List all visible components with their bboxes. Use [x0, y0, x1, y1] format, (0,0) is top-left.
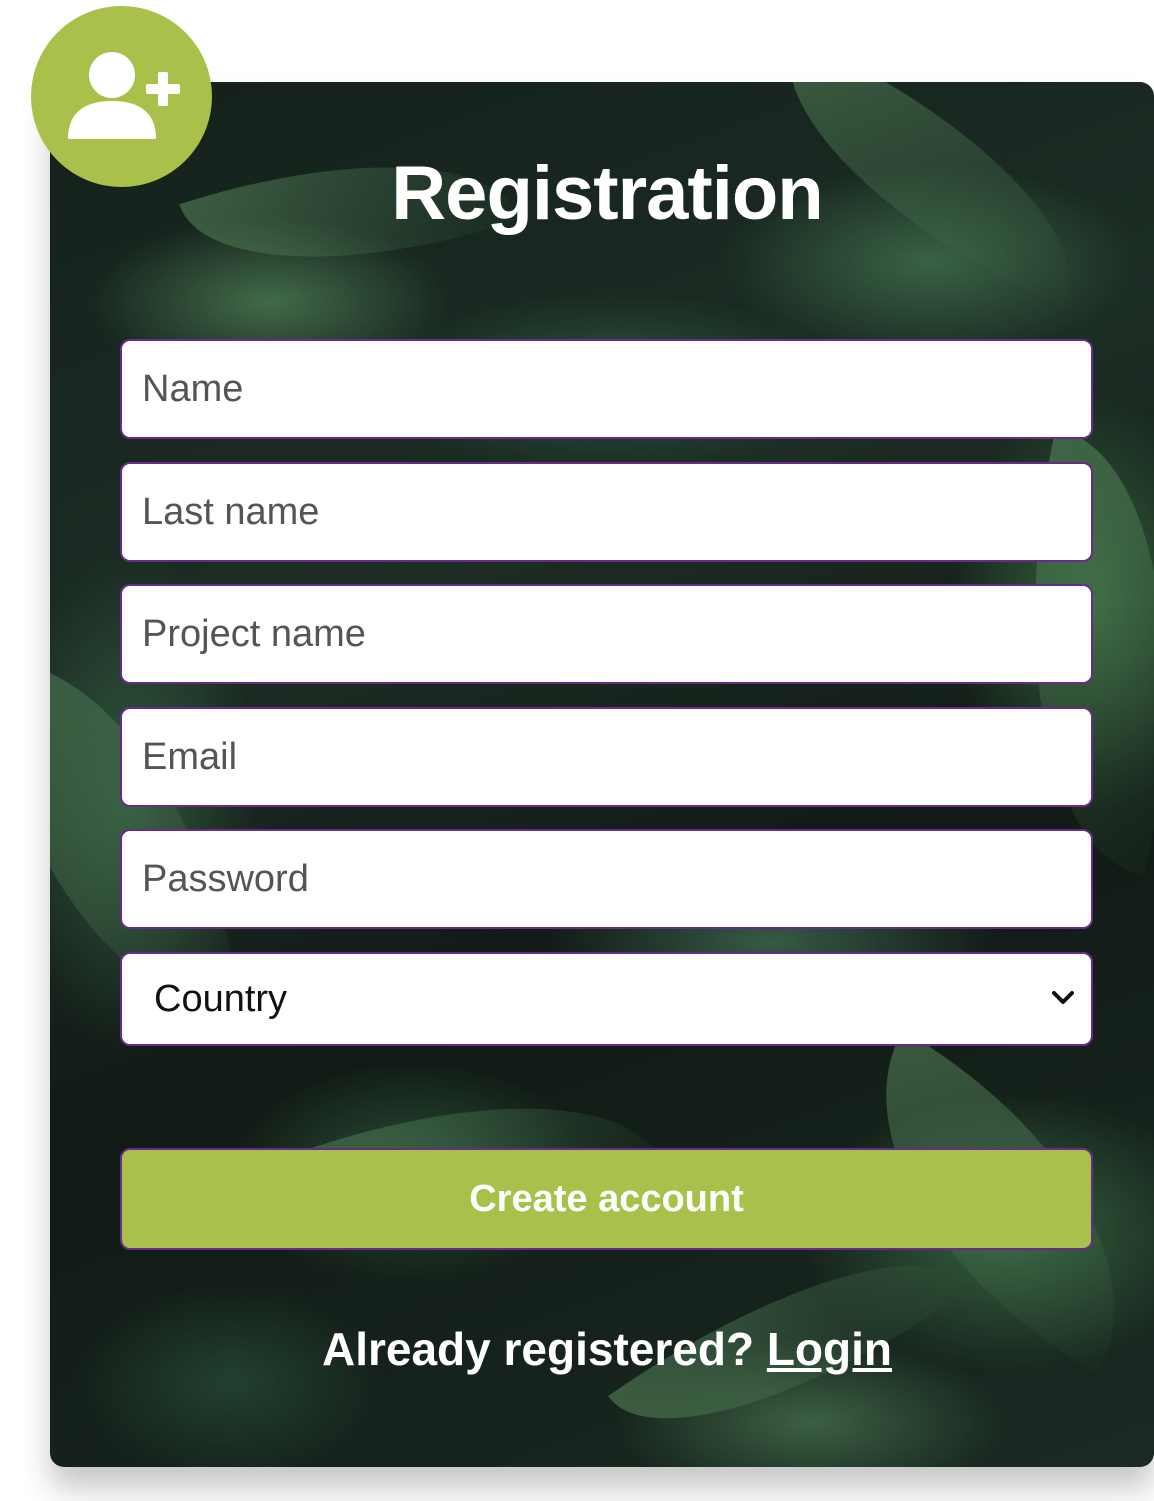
- user-plus-icon: [67, 51, 180, 139]
- already-registered-text: Already registered?: [321, 1323, 755, 1375]
- password-field[interactable]: Password: [120, 829, 1093, 929]
- login-link[interactable]: Login: [767, 1323, 892, 1375]
- email-field[interactable]: Email: [120, 707, 1093, 807]
- registration-page: Registration Name Last name Project name…: [0, 0, 1154, 1501]
- project-name-field[interactable]: Project name: [120, 584, 1093, 684]
- country-select-value: Country: [154, 977, 288, 1020]
- chevron-down-icon: [1052, 991, 1074, 1004]
- project-name-placeholder: Project name: [142, 612, 366, 655]
- password-placeholder: Password: [142, 857, 309, 900]
- name-placeholder: Name: [142, 367, 244, 410]
- create-account-button[interactable]: Create account: [120, 1148, 1093, 1250]
- email-placeholder: Email: [142, 735, 238, 778]
- country-select[interactable]: Country: [120, 952, 1093, 1046]
- last-name-placeholder: Last name: [142, 490, 320, 533]
- avatar: [31, 6, 212, 187]
- login-prompt: Already registered? Login: [50, 1322, 1154, 1376]
- last-name-field[interactable]: Last name: [120, 462, 1093, 562]
- page-title: Registration: [391, 151, 823, 236]
- name-field[interactable]: Name: [120, 339, 1093, 439]
